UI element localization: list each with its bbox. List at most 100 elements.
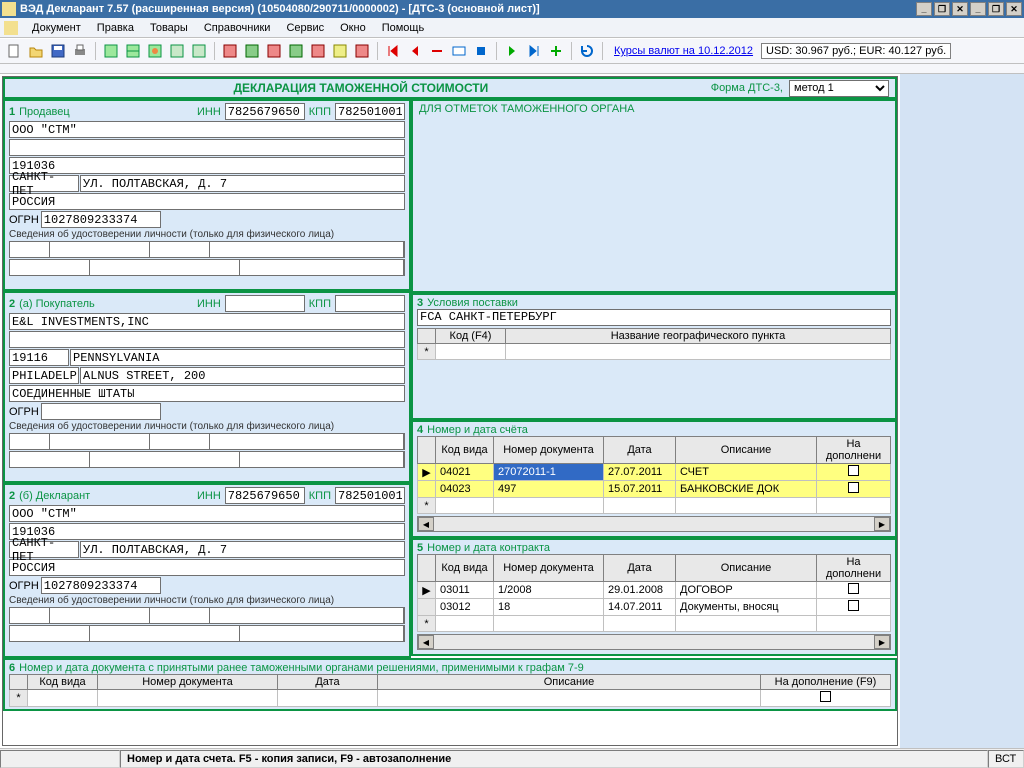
scroll-right-icon[interactable]: ▶ [874, 635, 890, 649]
ogrn-label: ОГРН [9, 214, 39, 226]
grid5-icon[interactable] [308, 41, 328, 61]
grid7-icon[interactable] [352, 41, 372, 61]
print-icon[interactable] [70, 41, 90, 61]
accounts-grid[interactable]: Код вида Номер документа Дата Описание Н… [417, 436, 891, 514]
buyer-country[interactable]: СОЕДИНЕННЫЕ ШТАТЫ [9, 385, 405, 402]
scroll-left-icon[interactable]: ◀ [418, 517, 434, 531]
declaration-title: ДЕКЛАРАЦИЯ ТАМОЖЕННОЙ СТОИМОСТИ [11, 81, 711, 95]
seller-identity-row2[interactable] [9, 259, 405, 276]
nav-stop-icon[interactable] [471, 41, 491, 61]
buyer-ogrn-input[interactable] [41, 403, 161, 420]
sheet5-icon[interactable] [189, 41, 209, 61]
nav-last-icon[interactable] [524, 41, 544, 61]
seller-street[interactable]: УЛ. ПОЛТАВСКАЯ, Д. 7 [80, 175, 405, 192]
nav-counter-icon[interactable] [449, 41, 469, 61]
sheet3-icon[interactable] [145, 41, 165, 61]
menu-goods[interactable]: Товары [142, 20, 196, 36]
seller-identity-note: Сведения об удостоверении личности (толь… [9, 229, 405, 240]
buyer-city[interactable]: PHILADELP [9, 367, 79, 384]
nav-minus-icon[interactable] [427, 41, 447, 61]
buyer-street[interactable]: ALNUS STREET, 200 [80, 367, 405, 384]
declarant-street[interactable]: УЛ. ПОЛТАВСКАЯ, Д. 7 [80, 541, 405, 558]
inn-label: ИНН [197, 106, 221, 118]
status-text: Номер и дата счета. F5 - копия записи, F… [120, 750, 988, 768]
status-cell-1 [0, 750, 120, 768]
menu-document[interactable]: Документ [24, 20, 89, 36]
delivery-terms[interactable]: FCA САНКТ-ПЕТЕРБУРГ [417, 309, 891, 326]
close-child-button[interactable]: ✕ [1006, 2, 1022, 16]
buyer-inn-input[interactable] [225, 295, 305, 312]
grid2-icon[interactable] [242, 41, 262, 61]
delivery-grid[interactable]: Код (F4)Название географического пункта … [417, 328, 891, 360]
declarant-kpp-input[interactable] [335, 487, 405, 504]
contracts-scrollbar[interactable]: ◀ ▶ [417, 634, 891, 650]
buyer-identity-row2[interactable] [9, 451, 405, 468]
seller-empty1[interactable] [9, 139, 405, 156]
buyer-company[interactable]: E&L INVESTMENTS,INC [9, 313, 405, 330]
contracts-grid[interactable]: Код вида Номер документа Дата Описание Н… [417, 554, 891, 632]
close-button[interactable]: ✕ [952, 2, 968, 16]
status-mode: ВСТ [988, 750, 1024, 768]
buyer-empty1[interactable] [9, 331, 405, 348]
accounts-scrollbar[interactable]: ◀ ▶ [417, 516, 891, 532]
restore-child-button[interactable]: ❐ [988, 2, 1004, 16]
menu-references[interactable]: Справочники [196, 20, 279, 36]
table-row: ▶ 03011 1/2008 29.01.2008 ДОГОВОР [418, 582, 891, 599]
nav-first-icon[interactable] [383, 41, 403, 61]
scroll-left-icon[interactable]: ◀ [418, 635, 434, 649]
buyer-zip[interactable]: 19116 [9, 349, 69, 366]
grid4-icon[interactable] [286, 41, 306, 61]
restore-button[interactable]: ❐ [934, 2, 950, 16]
declarant-company[interactable]: ООО "СТМ" [9, 505, 405, 522]
grid3-icon[interactable] [264, 41, 284, 61]
refresh-icon[interactable] [577, 41, 597, 61]
table-row: 03012 18 14.07.2011 Документы, вносяц [418, 599, 891, 616]
buyer-identity-row[interactable] [9, 433, 405, 450]
seller-ogrn-input[interactable] [41, 211, 161, 228]
seller-inn-input[interactable] [225, 103, 305, 120]
save-icon[interactable] [48, 41, 68, 61]
seller-section: 1Продавец ИНН КПП ООО "СТМ" 191036 САНКТ… [3, 99, 411, 291]
new-doc-icon[interactable] [4, 41, 24, 61]
declarant-ogrn-input[interactable] [41, 577, 161, 594]
usd-rate: USD: 30.967 руб.; EUR: 40.127 руб. [761, 43, 951, 59]
minimize-child-button[interactable]: _ [970, 2, 986, 16]
app-icon [2, 2, 16, 16]
sheet2-icon[interactable] [123, 41, 143, 61]
contracts-section: 5Номер и дата контракта Код вида Номер д… [411, 538, 897, 656]
grid6-icon[interactable] [330, 41, 350, 61]
buyer-region[interactable]: PENNSYLVANIA [70, 349, 405, 366]
menu-window[interactable]: Окно [332, 20, 374, 36]
rates-link[interactable]: Курсы валют на 10.12.2012 [614, 45, 753, 57]
accounts-section: 4Номер и дата счёта Код вида Номер докум… [411, 420, 897, 538]
open-icon[interactable] [26, 41, 46, 61]
menu-edit[interactable]: Правка [89, 20, 142, 36]
scroll-right-icon[interactable]: ▶ [874, 517, 890, 531]
buyer-kpp-input[interactable] [335, 295, 405, 312]
menu-service[interactable]: Сервис [278, 20, 332, 36]
seller-company[interactable]: ООО "СТМ" [9, 121, 405, 138]
seller-identity-row[interactable] [9, 241, 405, 258]
section6-grid[interactable]: Код вида Номер документа Дата Описание Н… [9, 674, 891, 707]
nav-prev-icon[interactable] [405, 41, 425, 61]
method-select[interactable]: метод 1 [789, 80, 889, 97]
declarant-city[interactable]: САНКТ-ПЕТ [9, 541, 79, 558]
form-label: Форма ДТС-3, [711, 82, 783, 94]
nav-play-icon[interactable] [502, 41, 522, 61]
minimize-button[interactable]: _ [916, 2, 932, 16]
declarant-section: 2(б) Декларант ИНН КПП ООО "СТМ" 191036 … [3, 483, 411, 658]
sheet1-icon[interactable] [101, 41, 121, 61]
declarant-identity-row[interactable] [9, 607, 405, 624]
nav-plus-icon[interactable] [546, 41, 566, 61]
titlebar: ВЭД Декларант 7.57 (расширенная версия) … [0, 0, 1024, 18]
menu-help[interactable]: Помощь [374, 20, 433, 36]
toolbar-row2 [0, 64, 1024, 74]
window-title: ВЭД Декларант 7.57 (расширенная версия) … [20, 3, 916, 15]
doc-icon [4, 21, 18, 35]
declarant-inn-input[interactable] [225, 487, 305, 504]
declarant-identity-row2[interactable] [9, 625, 405, 642]
seller-city[interactable]: САНКТ-ПЕТ [9, 175, 79, 192]
grid1-icon[interactable] [220, 41, 240, 61]
seller-kpp-input[interactable] [335, 103, 405, 120]
sheet4-icon[interactable] [167, 41, 187, 61]
